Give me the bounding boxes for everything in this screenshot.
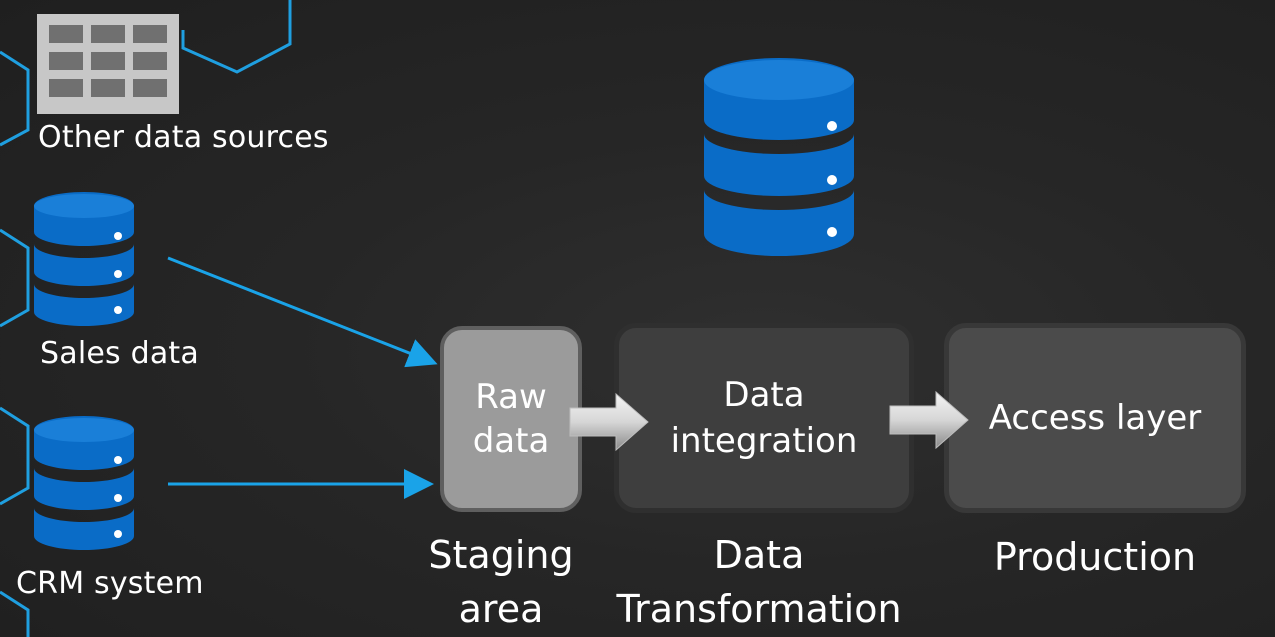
data-integration-box: Data integration [614, 323, 914, 513]
raw-data-label-2: data [472, 421, 550, 461]
stage-transform-line1: Data [713, 533, 805, 577]
sales-to-raw-arrow [167, 256, 438, 368]
raw-data-box: Raw data [440, 326, 582, 512]
integration-label-1: Data [723, 375, 805, 415]
stage-staging-line1: Staging [428, 533, 574, 577]
access-layer-label: Access layer [988, 398, 1202, 438]
stage-production-line1: Production [993, 535, 1197, 579]
raw-data-label-1: Raw [475, 377, 547, 417]
integration-label-2: integration [670, 421, 858, 461]
stage-staging-line2: area [458, 587, 544, 631]
stage-label-transformation: Data Transformation [604, 528, 914, 636]
stage-label-production: Production [960, 530, 1230, 584]
flow-arrow-icon [569, 392, 649, 452]
access-layer-box: Access layer [944, 323, 1246, 513]
stage-transform-line2: Transformation [616, 587, 902, 631]
flow-arrow-icon [889, 390, 969, 450]
stage-label-staging: Staging area [416, 528, 586, 636]
